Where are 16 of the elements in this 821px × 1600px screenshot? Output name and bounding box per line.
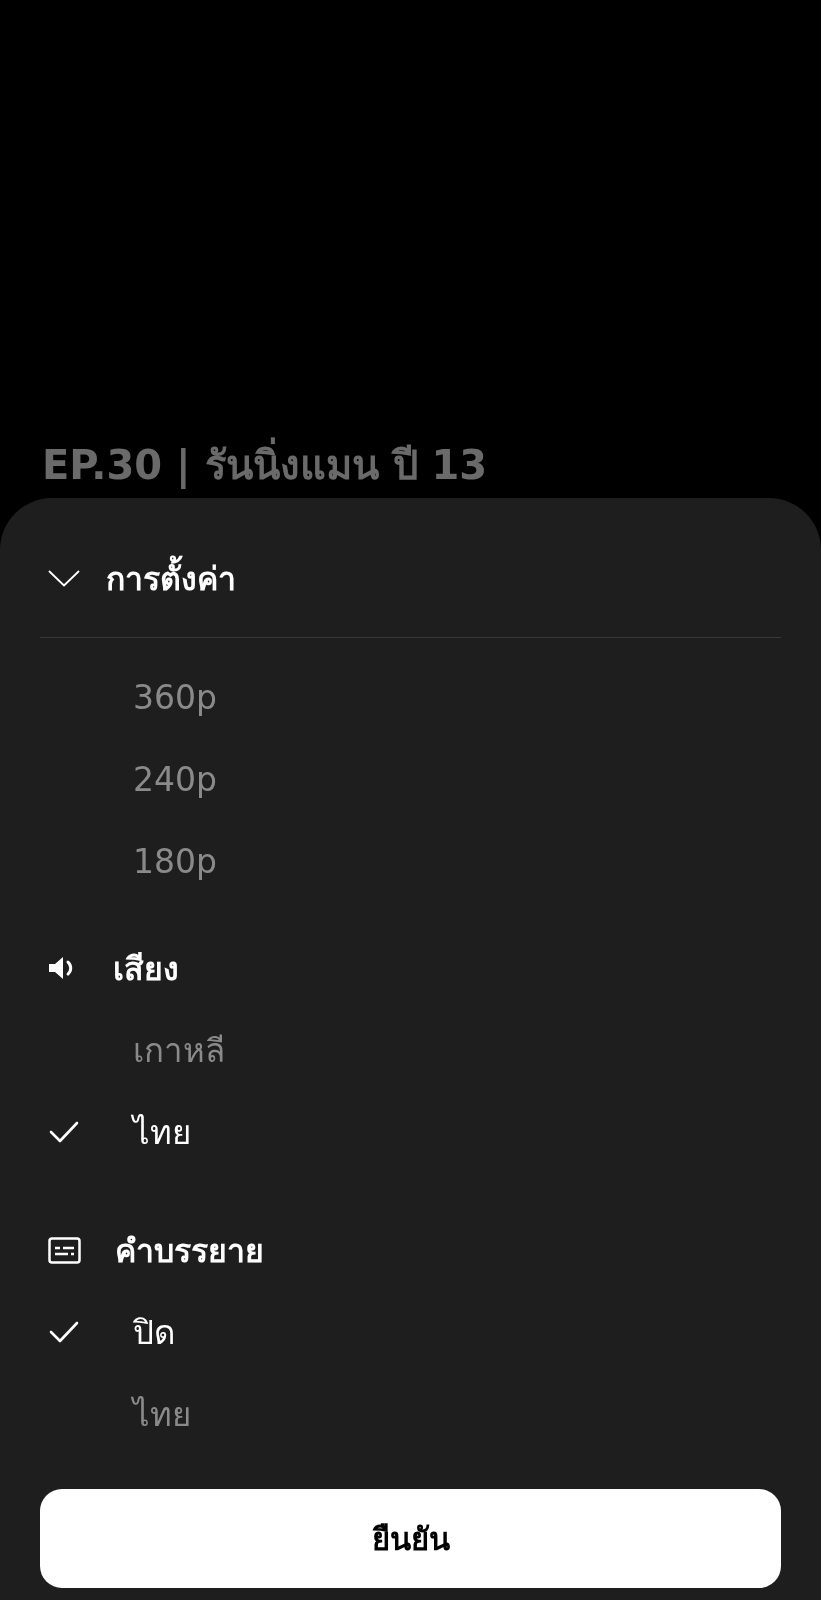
episode-title: EP.30 | รันนิ่งแมน ปี 13 [42, 438, 488, 492]
subtitles-icon [48, 1236, 81, 1264]
confirm-button[interactable]: ยืนยัน [40, 1489, 781, 1588]
section-title: เสียง [113, 948, 179, 990]
option-item[interactable]: ปิด [133, 1305, 175, 1359]
option-item[interactable]: ไทย [133, 1105, 191, 1159]
option-item[interactable]: 180p [133, 841, 217, 881]
check-icon [49, 1121, 79, 1143]
option-item[interactable]: เกาหลี [133, 1023, 225, 1077]
option-item[interactable]: ไทย [133, 1387, 191, 1441]
check-icon [49, 1321, 79, 1343]
chevron-down-icon [48, 569, 80, 587]
option-item[interactable]: 360p [133, 677, 217, 717]
settings-header[interactable]: การตั้งค่า [40, 538, 236, 618]
option-item[interactable]: 240p [133, 759, 217, 799]
section-title: คำบรรยาย [115, 1230, 264, 1272]
